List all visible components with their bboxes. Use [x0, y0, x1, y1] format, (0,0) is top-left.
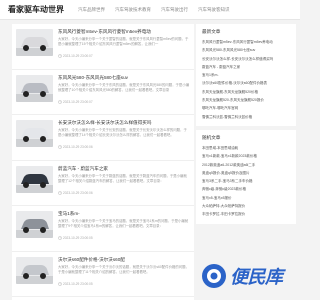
- article-thumbnail[interactable]: [16, 165, 53, 193]
- article-excerpt: 大家好，今天小编来分享一个关于长安的话题，就是关于长安沃尔沃怎么样的问题，于是小…: [58, 128, 187, 138]
- article-title[interactable]: 东风风光580-东风风光580七座suv: [58, 75, 128, 81]
- article-meta: 2023-10-29 23:00:06: [58, 145, 93, 149]
- latest-list: 东风风行菱智m5ev-东风风行菱智m5ev养电动 东风风光580-东风风光580七…: [202, 38, 290, 121]
- clock-icon: [58, 236, 62, 240]
- article-meta: 2023-10-29 23:00:06: [58, 191, 93, 195]
- car-image-icon: [16, 211, 53, 238]
- article-date: 2023-10-29 23:00:07: [63, 99, 93, 104]
- article-excerpt: 大家好，今天小编来分享一个关于菱智的话题，就是关于东风风行菱智m5ev的问题，于…: [58, 37, 189, 47]
- car-image-icon: [16, 165, 53, 193]
- article-date: 2023-10-29 23:00:07: [63, 54, 93, 58]
- logo-icon: [202, 264, 226, 288]
- sidebar-link[interactable]: 奔驰c级-奔驰c级2023款价格: [202, 185, 290, 193]
- sidebar-link[interactable]: 东风风光580-东风风光580七座suv: [202, 46, 290, 54]
- sidebar-link[interactable]: 蔚蓝汽车 - 蔚蓝汽车之家: [202, 63, 290, 71]
- article-item[interactable]: 长安沃尔沃怎么样-长安沃尔沃怎么样值得买吗大家好，今天小编来分享一个关于长安的话…: [12, 115, 194, 161]
- widget-title: 最新文章: [202, 29, 221, 34]
- article-date: 2023-10-29 23:00:05: [63, 236, 93, 240]
- article-thumbnail[interactable]: [16, 120, 53, 147]
- article-item[interactable]: 沃尔沃s60配件价格-沃尔沃s60配 大家好，今天小编来分享一个关于沃尔沃的话题，…: [12, 252, 194, 297]
- sidebar-link[interactable]: 雪佛兰科沃兹-雪佛兰科沃兹价格: [202, 113, 290, 121]
- article-excerpt: 大家好，今天小编来分享一个关于蔚蓝的话题，就是关于蔚蓝汽车的问题，于是小编就整理…: [58, 173, 187, 183]
- article-list: 东风风行菱智m5ev-东风风行菱智m5ev养电动大家好，今天小编来分享一个关于菱…: [12, 24, 194, 300]
- article-meta: 2023-10-29 23:00:07: [58, 100, 93, 104]
- sidebar-link[interactable]: 丰田卡罗拉-丰田卡罗拉报价: [202, 210, 290, 218]
- article-date: 2023-10-29 23:00:06: [63, 190, 93, 195]
- random-list: 本田思域-本田思域油耗 宝马x1新款-宝马x1新款2023款价格 2012款奥迪a6…: [202, 144, 290, 219]
- nav-item[interactable]: 汽车驾驶客知识: [198, 7, 230, 13]
- car-image-icon: [16, 120, 53, 147]
- sidebar-link[interactable]: 大众帕萨特-大众帕萨特报价: [202, 202, 290, 210]
- watermark: 便民库: [200, 262, 283, 290]
- page: 看家驱车动世界 汽车品牌世界 汽车驾驶技术教育 汽车驾驶出行 汽车驾驶客知识 东…: [0, 0, 300, 300]
- article-title[interactable]: 蔚蓝汽车 - 蔚蓝汽车之家: [58, 166, 108, 172]
- sidebar-link[interactable]: 宝马x5-宝马x5报价: [202, 194, 290, 202]
- car-image-icon: [16, 256, 53, 284]
- article-meta: 2023-10-29 23:00:05: [58, 282, 93, 286]
- clock-icon: [58, 54, 62, 58]
- sidebar: 最新文章 东风风行菱智m5ev-东风风行菱智m5ev养电动 东风风光580-东风风…: [196, 24, 296, 300]
- sidebar-link[interactable]: 沃尔沃s60配件价格-沃尔沃s60配件价格表: [202, 79, 290, 87]
- car-image-icon: [16, 29, 53, 56]
- article-title[interactable]: 长安沃尔沃怎么样-长安沃尔沃怎么样值得买吗: [58, 120, 151, 126]
- article-item[interactable]: 东风风行菱智m5ev-东风风行菱智m5ev养电动大家好，今天小编来分享一个关于菱…: [12, 24, 194, 70]
- clock-icon: [58, 145, 62, 149]
- nav-item[interactable]: 汽车驾驶技术教育: [115, 7, 151, 13]
- widget-title: 随机文章: [202, 134, 221, 140]
- car-image-icon: [16, 74, 53, 102]
- clock-icon: [58, 281, 62, 286]
- sidebar-link[interactable]: 奥迪q5报价-奥迪q5报价及图片: [202, 169, 290, 177]
- article-thumbnail[interactable]: [16, 211, 53, 238]
- article-excerpt: 大家好，今天小编来分享一个关于沃尔沃的话题，就是关于沃尔沃s60配件价格的问题，…: [58, 264, 189, 274]
- sidebar-link[interactable]: 2012款奥迪a6-2012款奥迪a6l二手: [202, 161, 290, 169]
- article-date: 2023-10-29 23:00:05: [63, 281, 93, 286]
- article-title[interactable]: 沃尔沃s60配件价格-沃尔沃s60配: [58, 257, 125, 263]
- site-title[interactable]: 看家驱车动世界: [8, 4, 64, 15]
- article-thumbnail[interactable]: [16, 74, 53, 102]
- sidebar-link[interactable]: 宝马3系二手-宝马3系二手车价格: [202, 177, 290, 185]
- article-excerpt: 大家好，今天小编来分享一个关于宝马的话题，就是关于宝马1系m的问题，于是小编就整…: [58, 219, 189, 229]
- article-excerpt: 大家好，今天小编来分享一个关于东风的话题，就是关于东风风光580的问题，于是小编…: [58, 82, 190, 92]
- sidebar-link[interactable]: 哪吒汽车-哪吒汽车官网: [202, 104, 290, 112]
- watermark-text: 便民库: [230, 267, 283, 287]
- article-meta: 2023-10-29 23:00:05: [58, 236, 93, 240]
- random-articles-widget: 随机文章 本田思域-本田思域油耗 宝马x1新款-宝马x1新款2023款价格 2012…: [196, 129, 296, 224]
- sidebar-link[interactable]: 东风风行菱智m5ev-东风风行菱智m5ev养电动: [202, 38, 290, 46]
- article-date: 2023-10-29 23:00:06: [63, 145, 93, 149]
- sidebar-link[interactable]: 东风天龙旗舰520-东风天龙旗舰520报价: [202, 96, 290, 104]
- article-thumbnail[interactable]: [16, 256, 53, 284]
- sidebar-link[interactable]: 宝马x1新款-宝马x1新款2023款价格: [202, 152, 290, 160]
- sidebar-link[interactable]: 宝马1系m-: [202, 71, 290, 79]
- article-title[interactable]: 宝马1系m-: [58, 211, 80, 217]
- site-header: 看家驱车动世界 汽车品牌世界 汽车驾驶技术教育 汽车驾驶出行 汽车驾驶客知识: [0, 0, 300, 20]
- clock-icon: [58, 190, 62, 195]
- main-nav: 汽车品牌世界 汽车驾驶技术教育 汽车驾驶出行 汽车驾驶客知识: [78, 7, 240, 13]
- sidebar-link[interactable]: 长安沃尔沃怎么样-长安沃尔沃怎么样值得买吗: [202, 55, 290, 63]
- sidebar-link[interactable]: 东风天龙旗舰-东风天龙旗舰520价格: [202, 88, 290, 96]
- nav-item[interactable]: 汽车驾驶出行: [161, 7, 188, 13]
- nav-item[interactable]: 汽车品牌世界: [78, 7, 105, 13]
- article-item[interactable]: 蔚蓝汽车 - 蔚蓝汽车之家 大家好，今天小编来分享一个关于蔚蓝的话题，就是关于蔚蓝…: [12, 161, 194, 206]
- article-meta: 2023-10-29 23:00:07: [58, 54, 93, 58]
- article-item[interactable]: 东风风光580-东风风光580七座suv 大家好，今天小编来分享一个关于东风的话题…: [12, 70, 194, 115]
- clock-icon: [58, 99, 62, 104]
- article-item[interactable]: 宝马1系m- 大家好，今天小编来分享一个关于宝马的话题，就是关于宝马1系m的问题，…: [12, 206, 194, 252]
- sidebar-link[interactable]: 本田思域-本田思域油耗: [202, 144, 290, 152]
- article-thumbnail[interactable]: [16, 29, 53, 56]
- latest-articles-widget: 最新文章 东风风行菱智m5ev-东风风行菱智m5ev养电动 东风风光580-东风风…: [196, 24, 296, 126]
- article-title[interactable]: 东风风行菱智m5ev-东风风行菱智m5ev养电动: [58, 29, 151, 35]
